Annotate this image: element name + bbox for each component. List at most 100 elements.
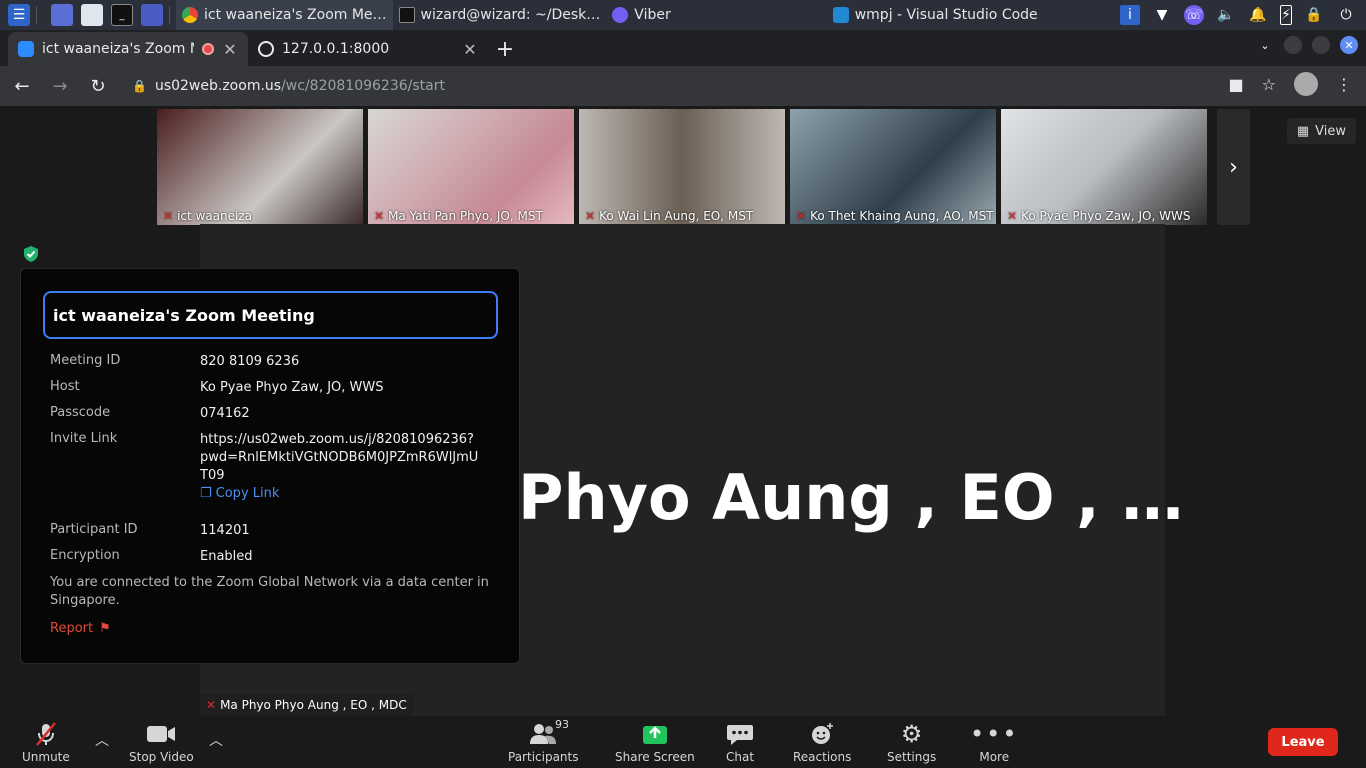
mic-muted-icon: ✕ — [206, 698, 217, 712]
minimize-button[interactable] — [1284, 36, 1302, 54]
settings-button[interactable]: ⚙ Settings — [887, 720, 936, 764]
mic-muted-icon: ✕ — [374, 209, 385, 223]
task-terminal[interactable]: wizard@wizard: ~/Desk… — [393, 0, 607, 30]
mic-muted-icon: ✕ — [796, 209, 807, 223]
participant-thumbnail[interactable]: ✕ Ma Yati Pan Phyo, JO, MST — [368, 109, 574, 225]
back-button[interactable]: ← — [6, 70, 38, 102]
task-label: wizard@wizard: ~/Desk… — [420, 7, 601, 23]
volume-icon[interactable]: 🔈 — [1216, 5, 1236, 25]
invite-link-label: Invite Link — [50, 431, 118, 446]
audio-options-chevron-icon[interactable]: ︿ — [95, 730, 109, 750]
meeting-id-label: Meeting ID — [50, 353, 121, 368]
share-screen-label: Share Screen — [615, 750, 695, 764]
task-label: Viber — [634, 7, 671, 23]
unmute-button[interactable]: Unmute — [22, 720, 70, 764]
globe-icon — [258, 41, 274, 57]
mic-muted-icon: ✕ — [585, 209, 596, 223]
active-speaker-label: ✕ Ma Phyo Phyo Aung , EO , MDC — [200, 694, 413, 716]
viber-tray-icon[interactable]: ☏ — [1184, 5, 1204, 25]
share-screen-button[interactable]: Share Screen — [615, 720, 695, 764]
network-info: You are connected to the Zoom Global Net… — [50, 575, 489, 608]
vscode-icon — [832, 7, 849, 23]
wifi-icon[interactable]: ▼ — [1152, 5, 1172, 25]
view-button[interactable]: ▦ View — [1286, 118, 1356, 144]
mic-muted-icon — [33, 720, 59, 748]
show-desktop-icon[interactable] — [51, 4, 73, 26]
browser-menu-icon[interactable]: ⋮ — [1336, 75, 1352, 94]
info-icon[interactable]: i — [1120, 5, 1140, 25]
gallery-strip: ✕ ict waaneiza ✕ Ma Yati Pan Phyo, JO, MST… — [157, 109, 1207, 225]
task-viber[interactable]: Viber — [606, 0, 676, 30]
leave-button[interactable]: Leave — [1268, 728, 1338, 756]
kali-menu-icon[interactable]: ☰ — [8, 4, 30, 26]
battery-icon[interactable]: ⚡ — [1280, 5, 1292, 25]
participant-thumbnail[interactable]: ✕ Ko Thet Khaing Aung, AO, MST — [790, 109, 996, 225]
reactions-button[interactable]: Reactions — [793, 720, 851, 764]
tab-title: 127.0.0.1:8000 — [282, 41, 390, 57]
tab-zoom[interactable]: ict waaneiza's Zoom M ✕ — [8, 32, 248, 66]
maximize-button[interactable] — [1312, 36, 1330, 54]
gear-icon: ⚙ — [900, 720, 923, 748]
mic-muted-icon: ✕ — [1007, 209, 1018, 223]
camera-in-use-icon[interactable]: ■ — [1229, 75, 1244, 94]
notification-bell-icon[interactable]: 🔔 — [1248, 5, 1268, 25]
copy-link-button[interactable]: ❐ Copy Link — [200, 486, 279, 501]
power-icon[interactable]: ⏻ — [1336, 5, 1356, 25]
more-button[interactable]: ••• More — [970, 720, 1018, 764]
gallery-next-button[interactable]: › — [1217, 109, 1250, 225]
terminal-icon[interactable]: _ — [111, 4, 133, 26]
participant-thumbnail[interactable]: ✕ Ko Pyae Phyo Zaw, JO, WWS — [1001, 109, 1207, 225]
task-chrome-zoom[interactable]: ict waaneiza's Zoom Me… — [176, 0, 393, 30]
window-controls: ⌄ ✕ — [1256, 36, 1358, 54]
participant-thumbnail[interactable]: ✕ ict waaneiza — [157, 109, 363, 225]
close-window-button[interactable]: ✕ — [1340, 36, 1358, 54]
task-vscode[interactable]: wmpj - Visual Studio Code — [827, 0, 1044, 30]
taskbar-separator — [169, 6, 170, 24]
report-label: Report — [50, 621, 94, 636]
host-label: Host — [50, 379, 80, 394]
tab-localhost[interactable]: 127.0.0.1:8000 ✕ — [248, 32, 488, 66]
report-button[interactable]: Report ⚑ — [50, 621, 111, 636]
address-bar: ← → ↻ 🔒 us02web.zoom.us/wc/82081096236/s… — [0, 66, 1366, 106]
video-options-chevron-icon[interactable]: ︿ — [209, 730, 223, 750]
url-host: us02web.zoom.us — [154, 78, 282, 94]
screen-recorder-icon[interactable] — [141, 4, 163, 26]
grid-icon: ▦ — [1296, 123, 1310, 139]
invite-link-value[interactable]: https://us02web.zoom.us/j/82081096236?pw… — [200, 431, 480, 485]
forward-button[interactable]: → — [44, 70, 76, 102]
bookmark-star-icon[interactable]: ☆ — [1262, 75, 1276, 94]
chat-bubble-icon — [726, 720, 754, 748]
flag-icon: ⚑ — [99, 621, 111, 636]
participant-label: ✕ Ko Pyae Phyo Zaw, JO, WWS — [1007, 209, 1190, 223]
close-tab-icon[interactable]: ✕ — [222, 40, 238, 59]
file-manager-icon[interactable] — [81, 4, 103, 26]
profile-avatar[interactable] — [1294, 72, 1318, 96]
participant-label: ✕ Ko Thet Khaing Aung, AO, MST — [796, 209, 994, 223]
tab-search-icon[interactable]: ⌄ — [1256, 36, 1274, 54]
stop-video-button[interactable]: Stop Video — [129, 720, 194, 764]
url-input[interactable]: 🔒 us02web.zoom.us/wc/82081096236/start — [122, 71, 1232, 101]
participants-icon — [528, 720, 558, 748]
reload-button[interactable]: ↻ — [82, 70, 114, 102]
copy-icon: ❐ — [200, 486, 212, 501]
chrome-icon — [182, 7, 198, 23]
participants-count-badge: 93 — [555, 718, 569, 731]
reactions-label: Reactions — [793, 750, 852, 764]
encryption-shield-icon[interactable] — [22, 245, 40, 263]
close-tab-icon[interactable]: ✕ — [462, 40, 478, 59]
passcode-label: Passcode — [50, 405, 111, 420]
new-tab-button[interactable]: + — [488, 32, 522, 66]
participant-thumbnail[interactable]: ✕ Ko Wai Lin Aung, EO, MST — [579, 109, 785, 225]
chat-button[interactable]: Chat — [726, 720, 754, 764]
task-label: ict waaneiza's Zoom Me… — [204, 7, 387, 23]
lock-icon[interactable]: 🔒 — [132, 79, 147, 93]
unmute-label: Unmute — [22, 750, 70, 764]
active-speaker-name: Phyo Aung , EO , … — [518, 461, 1184, 534]
lock-icon[interactable]: 🔒 — [1304, 5, 1324, 25]
passcode-value: 074162 — [200, 406, 250, 421]
meeting-toolbar: Unmute ︿ Stop Video ︿ Participants 93 Sh… — [0, 716, 1366, 768]
settings-label: Settings — [887, 750, 937, 764]
smiley-icon — [810, 720, 834, 748]
view-label: View — [1315, 123, 1346, 139]
terminal-icon — [398, 7, 415, 23]
